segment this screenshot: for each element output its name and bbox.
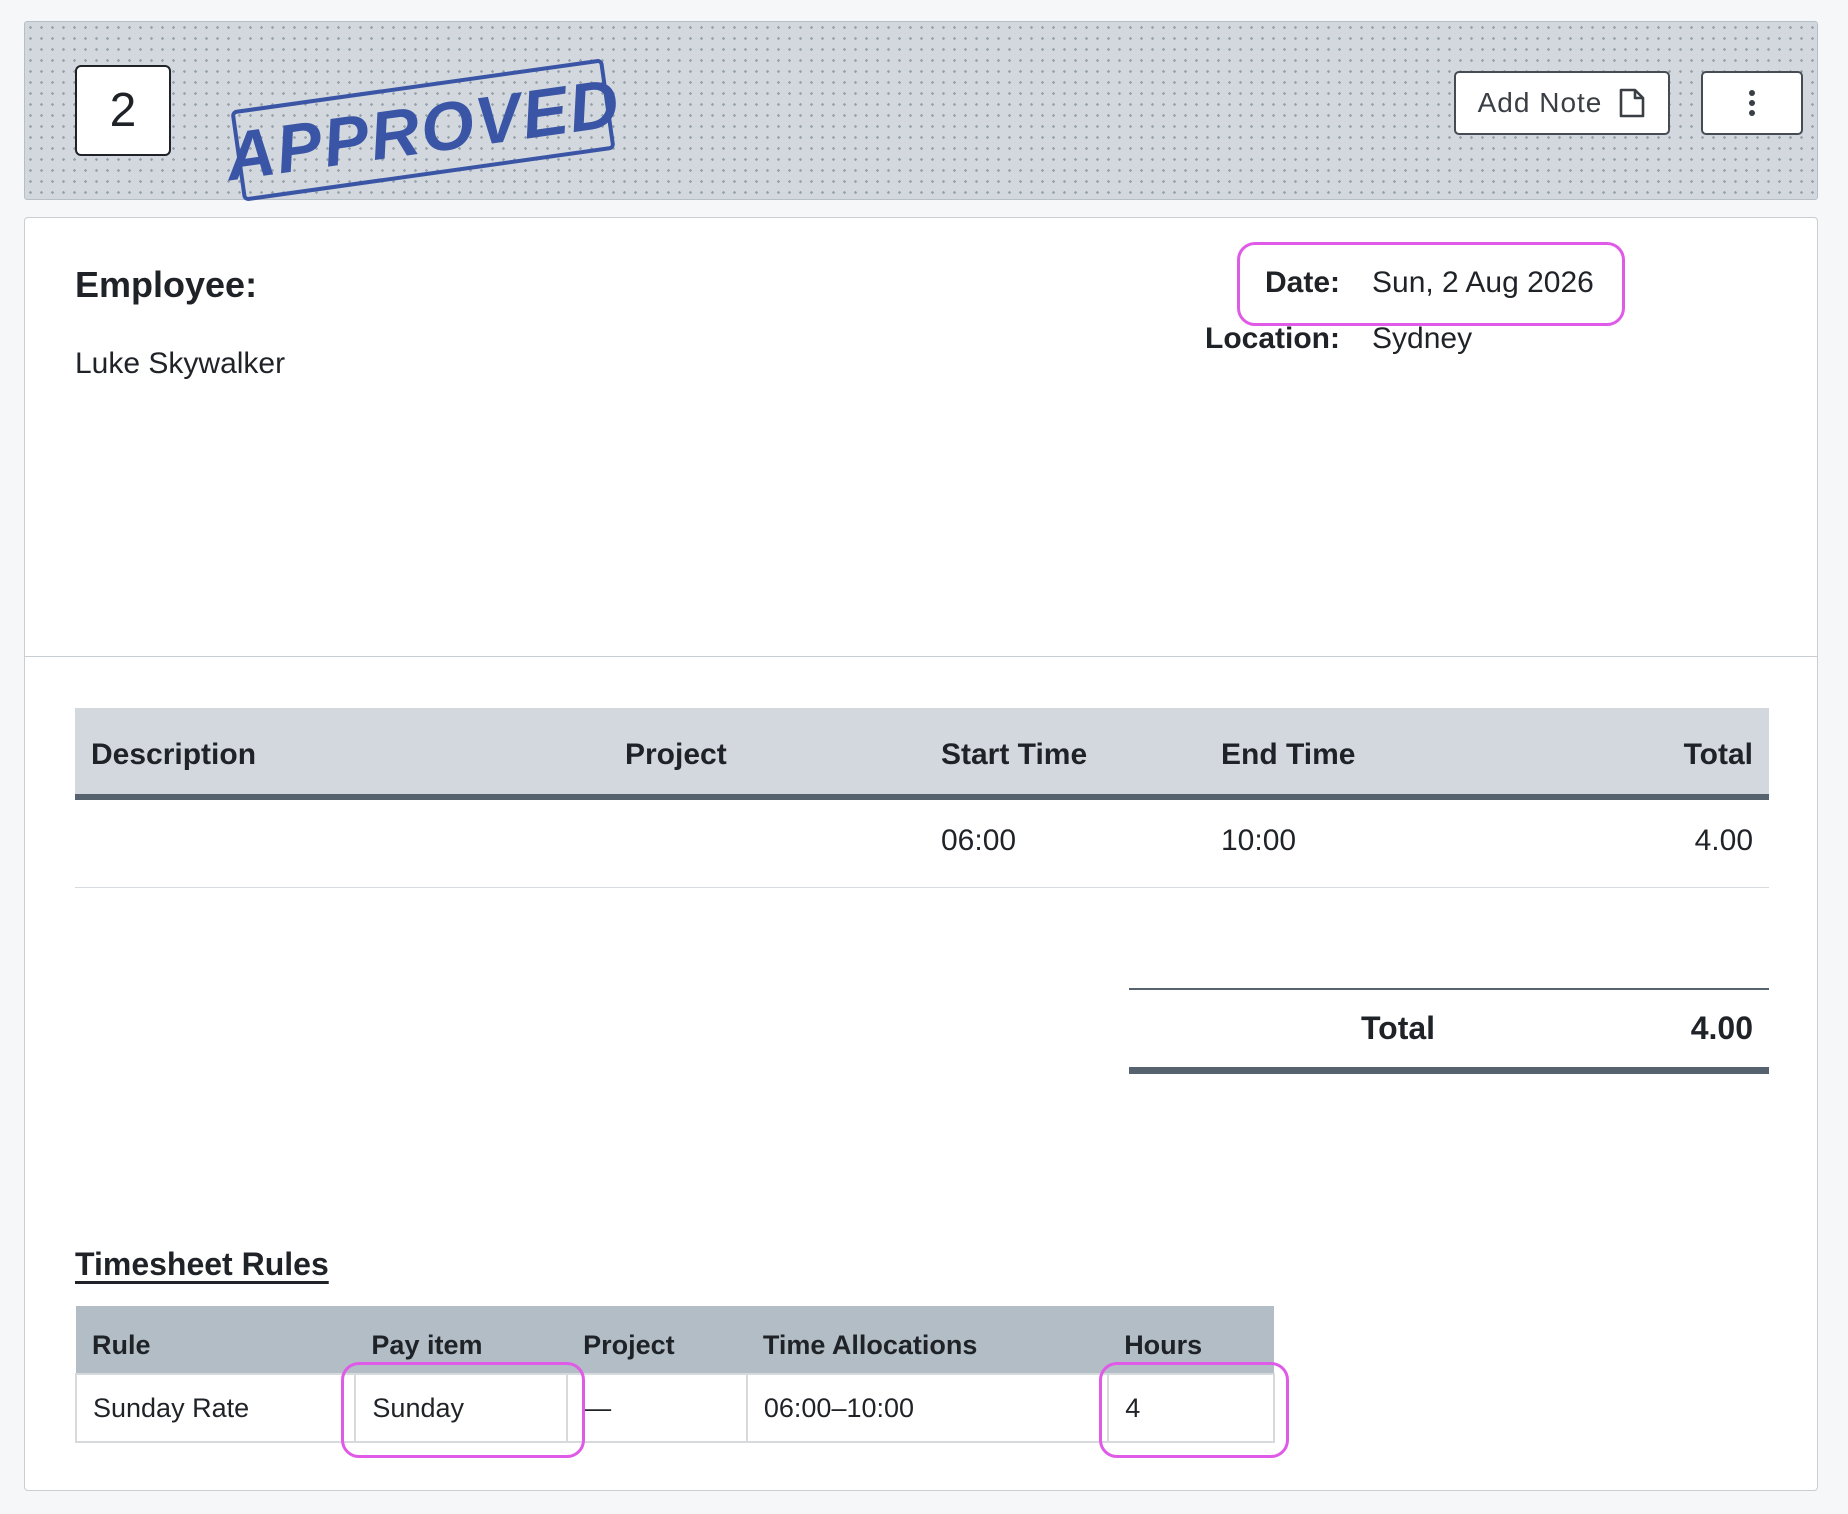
rule-project-cell: —	[566, 1373, 748, 1443]
column-header-end-time: End Time	[1221, 738, 1356, 771]
location-row: Location: Sydney	[1200, 322, 1472, 356]
column-header-description: Description	[91, 738, 257, 771]
note-icon	[1620, 88, 1645, 118]
rules-column-time-allocations: Time Allocations	[746, 1306, 1109, 1374]
location-label: Location:	[1205, 322, 1340, 355]
cell-total: 4.00	[1694, 824, 1753, 857]
more-options-button[interactable]	[1701, 71, 1803, 135]
column-header-project: Project	[625, 738, 727, 771]
employee-name: Luke Skywalker	[75, 347, 286, 380]
cell-start-time: 06:00	[941, 824, 1017, 857]
location-value: Sydney	[1372, 322, 1473, 355]
total-label: Total	[1361, 1010, 1436, 1046]
grand-total: Total 4.00	[1129, 988, 1769, 1074]
timesheet-card: Employee: Luke Skywalker Date: Sun, 2 Au…	[24, 217, 1818, 1491]
rules-column-project: Project	[567, 1306, 747, 1374]
employee-label: Employee:	[75, 264, 258, 305]
rules-title: Timesheet Rules	[75, 1246, 329, 1282]
column-header-total: Total	[1683, 738, 1753, 771]
date-label: Date:	[1264, 266, 1340, 299]
add-note-button[interactable]: Add Note	[1454, 71, 1670, 135]
rules-table: Rule Pay item Project Time Allocations H…	[74, 1306, 1275, 1443]
approved-stamp: APPROVED	[221, 58, 625, 202]
table-row[interactable]: Sunday Rate Sunday — 06:00–10:00 4	[74, 1373, 1275, 1443]
timesheet-number: 2	[75, 65, 171, 156]
column-header-start-time: Start Time	[941, 738, 1088, 771]
more-vertical-icon	[1749, 90, 1755, 116]
total-value: 4.00	[1690, 1010, 1753, 1046]
table-row[interactable]: 06:00 10:00 4.00	[75, 800, 1769, 888]
time-allocations-cell: 06:00–10:00	[745, 1373, 1110, 1443]
cell-end-time: 10:00	[1221, 824, 1297, 857]
add-note-label: Add Note	[1477, 87, 1603, 118]
lines-table-header: Description Project Start Time End Time …	[75, 708, 1769, 800]
timesheet-header: 2 APPROVED Add Note	[24, 21, 1818, 202]
rules-header-row: Rule Pay item Project Time Allocations H…	[76, 1306, 1274, 1374]
rules-column-rule: Rule	[76, 1306, 356, 1374]
date-value: Sun, 2 Aug 2026	[1372, 266, 1594, 299]
pay-item-highlight	[341, 1362, 585, 1458]
section-divider	[25, 656, 1817, 657]
rule-cell: Sunday Rate	[74, 1373, 357, 1443]
hours-highlight	[1099, 1362, 1289, 1458]
date-row: Date: Sun, 2 Aug 2026	[1200, 266, 1594, 300]
